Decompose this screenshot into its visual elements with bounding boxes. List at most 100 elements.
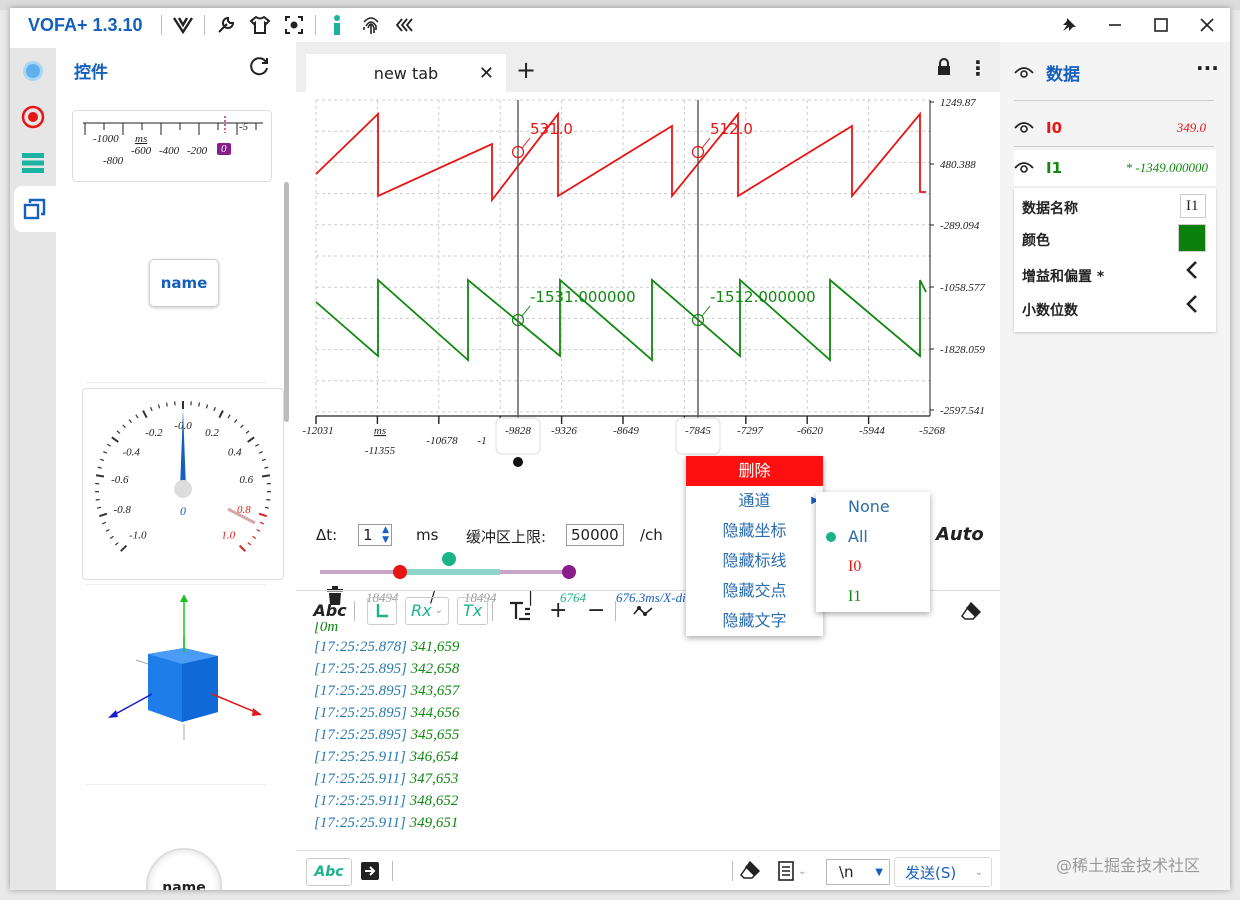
nav-record[interactable] xyxy=(10,94,56,140)
rx-dropdown[interactable]: Rx ⌄ xyxy=(405,596,449,625)
gauge-tick xyxy=(256,528,261,532)
text-format-icon[interactable] xyxy=(505,597,535,625)
gauge-tick xyxy=(213,406,216,412)
send-button[interactable]: 发送(S) ⌄ xyxy=(894,857,992,887)
cursor-dot[interactable] xyxy=(513,457,523,467)
wrench-icon[interactable] xyxy=(209,10,243,40)
divider xyxy=(203,15,205,35)
menu-item-hide-axis[interactable]: 隐藏坐标 xyxy=(686,516,823,546)
info-icon[interactable] xyxy=(320,10,354,40)
prop-name-input[interactable]: I1 xyxy=(1180,194,1206,218)
collapse-icon[interactable] xyxy=(388,10,422,40)
plus-icon[interactable]: + xyxy=(543,597,573,625)
gauge-value: 0 xyxy=(180,504,186,518)
send-abc-button[interactable]: Abc xyxy=(306,858,352,886)
menu-item-hide-intersect[interactable]: 隐藏交点 xyxy=(686,576,823,606)
window-controls xyxy=(1046,8,1230,42)
log-timestamp: [17:25:25.895] xyxy=(314,683,407,699)
gauge-tick xyxy=(264,506,270,509)
chevron-left-icon[interactable] xyxy=(1186,260,1198,284)
submenu-item-i1[interactable]: I1 xyxy=(816,582,930,612)
x-tick-label: -12031 xyxy=(302,425,333,437)
name-knob-widget[interactable]: name xyxy=(146,848,222,890)
eye-icon[interactable] xyxy=(1014,121,1034,135)
eye-icon[interactable] xyxy=(1014,161,1034,175)
app-window: VOFA+ 1.3.10 控件 -1000 -800 ms -600 -400 … xyxy=(10,8,1230,890)
add-tab-button[interactable]: + xyxy=(516,56,536,84)
channel-row-i1[interactable]: I1 * -1349.000000 xyxy=(1014,150,1216,186)
nav-widgets[interactable] xyxy=(14,186,56,232)
dt-spinner-icon[interactable]: ▲ ▼ xyxy=(382,525,389,545)
fingerprint-icon[interactable] xyxy=(354,10,388,40)
divider xyxy=(354,600,355,621)
close-button[interactable] xyxy=(1184,8,1230,42)
close-tab-icon[interactable]: ✕ xyxy=(479,63,494,84)
tab-new-tab[interactable]: new tab ✕ xyxy=(306,54,506,92)
terminal-log[interactable]: [0m [17:25:25.878] 341,659 [17:25:25.895]… xyxy=(314,622,914,842)
tshirt-icon[interactable] xyxy=(243,10,277,40)
minimize-button[interactable] xyxy=(1092,8,1138,42)
widgets-scrollbar[interactable] xyxy=(284,182,289,422)
waveform-plot[interactable]: 1249.87 480.388 -289.094 -1058.577 -1828.059… xyxy=(296,92,1000,492)
x-tick-label: -6620 xyxy=(797,425,823,437)
prop-color-label: 颜色 xyxy=(1022,233,1050,249)
history-dropdown[interactable]: ⌄ xyxy=(778,861,806,881)
prop-color-swatch[interactable] xyxy=(1178,224,1206,252)
x-tick-label: -9828 xyxy=(505,425,531,437)
buffer-input[interactable]: 50000 xyxy=(566,524,624,546)
gauge-tick xyxy=(111,436,119,443)
channel-row-i0[interactable]: I0 349.0 xyxy=(1014,110,1214,146)
submenu-item-all[interactable]: All xyxy=(816,522,930,552)
y-tick-label: -1828.059 xyxy=(940,344,985,356)
ruler-widget[interactable]: -1000 -800 ms -600 -400 -200 -5 0 xyxy=(72,110,272,182)
minus-icon[interactable]: − xyxy=(581,597,611,625)
log-value: 349,651 xyxy=(405,815,459,831)
gauge-tick xyxy=(259,521,265,525)
auto-button[interactable]: Auto xyxy=(936,524,984,545)
gauge-widget[interactable]: -1.0-0.8-0.6-0.4-0.2-0.00.20.40.60.81.00 xyxy=(82,388,284,580)
divider xyxy=(492,600,494,621)
menu-item-hide-line[interactable]: 隐藏标线 xyxy=(686,546,823,576)
divider xyxy=(1014,146,1214,147)
menu-item-hide-text[interactable]: 隐藏文字 xyxy=(686,606,823,636)
menu-item-delete[interactable]: 删除 xyxy=(686,456,823,486)
menu-item-channel[interactable]: 通道▶ xyxy=(686,486,823,516)
name-button-widget[interactable]: name xyxy=(149,259,219,307)
connection-dot-icon xyxy=(23,61,43,81)
cube-3d-widget[interactable] xyxy=(102,592,272,742)
range-handle-mid[interactable] xyxy=(442,552,456,566)
abc-button[interactable]: Abc xyxy=(310,597,350,625)
gauge-tick xyxy=(122,424,126,429)
nav-list[interactable] xyxy=(10,140,56,186)
tab-menu-icon[interactable]: ⋮ xyxy=(968,56,988,80)
gauge-tick xyxy=(99,458,105,462)
newline-select[interactable]: \n ▼ xyxy=(826,859,890,885)
eye-icon[interactable] xyxy=(1014,66,1034,80)
range-slider-fill xyxy=(400,569,500,575)
submenu-item-i0[interactable]: I0 xyxy=(816,552,930,582)
lock-icon[interactable] xyxy=(936,58,952,80)
vofa-logo-icon[interactable] xyxy=(166,10,200,40)
dt-input[interactable]: 1 ▲ ▼ xyxy=(358,524,392,546)
nav-connection[interactable] xyxy=(10,48,56,94)
y-tick-label: 480.388 xyxy=(940,159,976,171)
range-handle-left[interactable] xyxy=(393,565,407,579)
wrap-button[interactable] xyxy=(367,596,397,625)
clear-send-icon[interactable] xyxy=(740,860,761,883)
submenu-item-none[interactable]: None xyxy=(816,492,930,522)
divider xyxy=(86,784,266,785)
maximize-button[interactable] xyxy=(1138,8,1184,42)
pin-icon[interactable] xyxy=(1046,8,1092,42)
send-file-icon[interactable] xyxy=(360,861,380,885)
capture-icon[interactable] xyxy=(277,10,311,40)
chevron-left-icon[interactable] xyxy=(1186,294,1198,318)
gauge-dial: -1.0-0.8-0.6-0.4-0.2-0.00.20.40.60.81.00 xyxy=(95,401,271,552)
log-line: [17:25:25.895] 344,656 xyxy=(314,702,914,724)
more-icon[interactable]: ··· xyxy=(1196,56,1219,80)
waveform-icon[interactable] xyxy=(628,597,658,625)
plot-context-menu: 删除 通道▶ 隐藏坐标 隐藏标线 隐藏交点 隐藏文字 xyxy=(686,456,823,636)
eraser-icon[interactable] xyxy=(956,597,986,625)
range-handle-right[interactable] xyxy=(562,565,576,579)
tx-button[interactable]: Tx xyxy=(456,596,489,625)
refresh-icon[interactable] xyxy=(248,56,270,83)
